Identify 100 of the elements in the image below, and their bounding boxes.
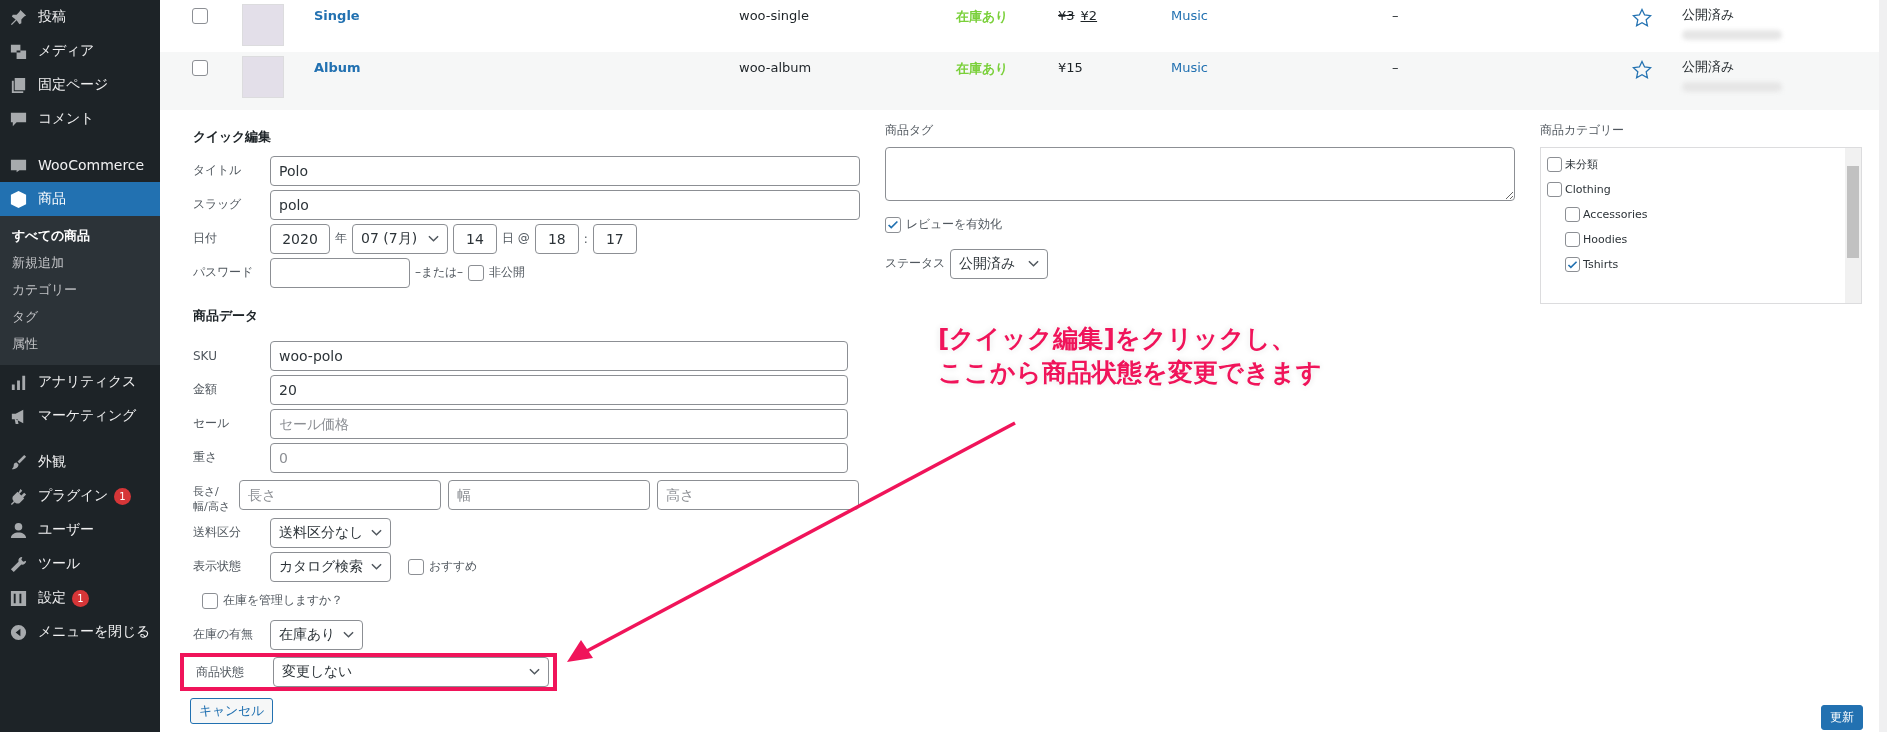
checkbox[interactable] xyxy=(408,558,424,575)
category-label: Clothing xyxy=(1565,183,1611,196)
field-label: ステータス xyxy=(885,255,945,272)
submenu-item[interactable]: カテゴリー xyxy=(0,276,160,303)
update-button[interactable]: 更新 xyxy=(1821,705,1863,730)
checkbox[interactable] xyxy=(885,216,901,233)
category-link[interactable]: Music xyxy=(1171,60,1208,75)
field-label: パスワード xyxy=(192,264,254,281)
chevron-down-icon xyxy=(371,528,382,537)
update-count-badge: 1 xyxy=(72,589,89,607)
star-icon[interactable] xyxy=(1632,8,1652,28)
field-label: 送料区分 xyxy=(192,524,242,541)
update-count-badge: 1 xyxy=(114,487,131,505)
field-label: 商品タグ xyxy=(885,122,934,139)
sidebar-menu-item[interactable]: 設定 1 xyxy=(0,581,160,615)
sidebar-menu-item[interactable]: ツール xyxy=(0,547,160,581)
dimension-field[interactable]: 幅 xyxy=(448,480,650,510)
chevron-down-icon xyxy=(428,234,439,243)
sidebar-menu-item[interactable]: 商品 xyxy=(0,182,160,216)
field-label: 金額 xyxy=(192,381,218,398)
category-checkbox[interactable] xyxy=(1547,182,1562,197)
submenu-item[interactable]: すべての商品 xyxy=(0,222,160,249)
field-label: 長さ/幅/高さ xyxy=(192,484,231,514)
day-field[interactable]: 14 xyxy=(453,223,497,254)
publish-status: 公開済み xyxy=(1682,58,1735,76)
annotation-text: ここから商品状態を変更できます xyxy=(938,357,1322,389)
tags-textarea[interactable] xyxy=(885,147,1515,201)
sidebar-menu-item[interactable]: アナリティクス xyxy=(0,365,160,399)
status-select[interactable]: 公開済み xyxy=(950,248,1048,279)
dropdown-select[interactable]: 送料区分なし xyxy=(270,517,391,548)
tags-cell-text: – xyxy=(1392,7,1400,23)
document-stack-icon xyxy=(9,75,28,95)
checkbox-label: おすすめ xyxy=(429,558,477,575)
dropdown-select[interactable]: 変更しない xyxy=(273,657,549,687)
submenu-item[interactable]: タグ xyxy=(0,303,160,330)
product-name-link[interactable]: Album xyxy=(314,60,361,75)
text-field[interactable]: セール価格 xyxy=(270,408,848,439)
month-select[interactable]: 07 (7月) xyxy=(352,223,448,254)
sliders-icon xyxy=(9,588,28,608)
sku-cell-text: woo-single xyxy=(739,7,810,23)
product-name-link[interactable]: Single xyxy=(314,8,360,23)
category-checkbox[interactable] xyxy=(1547,157,1562,172)
sidebar-menu-item[interactable]: WooCommerce xyxy=(0,148,160,182)
text-field[interactable]: 0 xyxy=(270,442,848,473)
pin-icon xyxy=(9,7,28,27)
sidebar-menu-item[interactable]: メディア xyxy=(0,34,160,68)
checkbox-label: 非公開 xyxy=(489,264,525,281)
category-checkbox[interactable] xyxy=(1565,207,1580,222)
chevron-down-icon xyxy=(343,630,354,639)
submenu-item[interactable]: 新規追加 xyxy=(0,249,160,276)
private-checkbox[interactable] xyxy=(468,264,484,281)
row-checkbox[interactable] xyxy=(192,8,208,24)
field-label: タイトル xyxy=(192,162,242,179)
sidebar-menu-item[interactable]: ユーザー xyxy=(0,513,160,547)
text-field[interactable]: woo-polo xyxy=(270,340,848,371)
annotation-text: [クイック編集]をクリックし、 xyxy=(938,323,1296,355)
category-link[interactable]: Music xyxy=(1171,8,1208,23)
field-label: SKU xyxy=(192,348,218,363)
row-checkbox[interactable] xyxy=(192,60,208,76)
publish-status: 公開済み xyxy=(1682,6,1735,24)
dimension-field[interactable]: 長さ xyxy=(239,480,441,510)
checkbox[interactable] xyxy=(202,592,218,609)
time-separator: : xyxy=(583,231,588,246)
category-label: Tshirts xyxy=(1583,258,1619,271)
product-thumbnail xyxy=(242,56,284,98)
sidebar-menu-item[interactable]: 投稿 xyxy=(0,0,160,34)
dropdown-select[interactable]: カタログ検索 xyxy=(270,551,391,582)
scrollbar[interactable] xyxy=(1845,148,1861,303)
text-field[interactable]: 20 xyxy=(270,374,848,405)
sidebar-menu-item[interactable]: マーケティング xyxy=(0,399,160,433)
category-label: 未分類 xyxy=(1565,157,1598,172)
section-title: 商品データ xyxy=(193,307,259,325)
brush-icon xyxy=(9,452,28,472)
cancel-button[interactable]: キャンセル xyxy=(190,698,273,724)
sidebar-menu-item[interactable]: コメント xyxy=(0,102,160,136)
box-icon xyxy=(9,189,28,209)
submenu-item[interactable]: 属性 xyxy=(0,330,160,357)
category-checkbox[interactable] xyxy=(1565,257,1580,272)
text-field[interactable]: polo xyxy=(270,189,860,220)
hour-field[interactable]: 18 xyxy=(534,223,579,254)
chevron-down-icon xyxy=(1028,259,1039,268)
sidebar-menu-item[interactable]: 固定ページ xyxy=(0,68,160,102)
field-label: 日付 xyxy=(192,230,218,247)
regular-price: ¥3 xyxy=(1058,8,1075,23)
user-icon xyxy=(9,520,28,540)
year-suffix: 年 xyxy=(335,230,347,247)
star-icon[interactable] xyxy=(1632,60,1652,80)
field-label: 商品カテゴリー xyxy=(1540,122,1625,139)
text-field[interactable]: Polo xyxy=(270,155,860,186)
password-field[interactable] xyxy=(270,257,410,288)
minute-field[interactable]: 17 xyxy=(592,223,637,254)
sidebar-menu-item[interactable]: プラグイン 1 xyxy=(0,479,160,513)
dropdown-select[interactable]: 在庫あり xyxy=(270,619,363,650)
product-thumbnail xyxy=(242,4,284,46)
dimension-field[interactable]: 高さ xyxy=(657,480,859,510)
sidebar-menu-item[interactable]: メニューを閉じる xyxy=(0,615,160,649)
year-field[interactable]: 2020 xyxy=(270,223,330,254)
field-label: 商品状態 xyxy=(195,663,245,681)
sidebar-menu-item[interactable]: 外観 xyxy=(0,445,160,479)
category-checkbox[interactable] xyxy=(1565,232,1580,247)
